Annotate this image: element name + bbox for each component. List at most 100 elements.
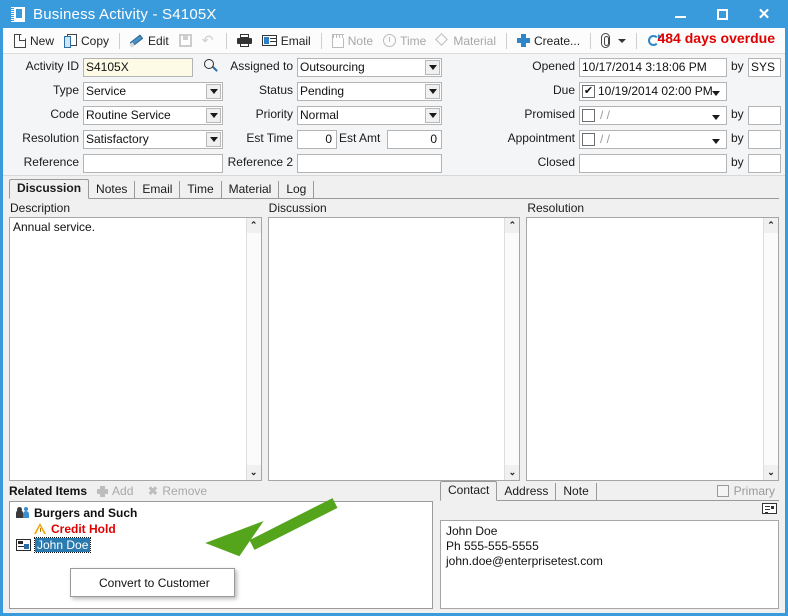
opened-by-input[interactable]: SYS: [748, 58, 781, 77]
description-textarea[interactable]: Annual service. ⌃ ⌄: [9, 217, 262, 481]
reference-label: Reference: [23, 155, 79, 169]
discussion-text: [269, 218, 505, 480]
resolution-panel: Resolution ⌃ ⌄: [526, 199, 780, 481]
resolution-textarea[interactable]: ⌃ ⌄: [526, 217, 780, 481]
tab-note[interactable]: Note: [556, 483, 597, 501]
chevron-down-icon[interactable]: [425, 108, 440, 123]
list-item[interactable]: John Doe: [14, 537, 428, 553]
promised-by-input[interactable]: [748, 106, 781, 125]
est-time-label: Est Time: [246, 131, 293, 145]
activity-id-input[interactable]: S4105X: [83, 58, 193, 77]
undo-button: ↶: [197, 30, 221, 52]
toolbar-separator: [506, 32, 508, 49]
appointment-checkbox[interactable]: [582, 133, 595, 146]
scroll-track[interactable]: [505, 233, 520, 465]
status-value: Pending: [300, 84, 345, 98]
scroll-down-icon[interactable]: ⌄: [764, 465, 779, 480]
related-item-label: Burgers and Such: [34, 506, 138, 520]
status-combo[interactable]: Pending: [297, 82, 442, 101]
scroll-track[interactable]: [246, 233, 261, 465]
copy-button[interactable]: Copy: [59, 30, 114, 52]
contact-card-icon: [16, 539, 31, 551]
print-button[interactable]: [232, 30, 257, 52]
due-checkbox[interactable]: ✔: [582, 85, 595, 98]
chevron-down-icon[interactable]: [425, 84, 440, 99]
printer-icon: [236, 34, 252, 47]
scroll-down-icon[interactable]: ⌄: [246, 465, 261, 480]
context-menu-item-convert-to-customer[interactable]: Convert to Customer: [99, 576, 210, 590]
scroll-up-icon[interactable]: ⌃: [505, 218, 520, 233]
scroll-up-icon[interactable]: ⌃: [246, 218, 261, 233]
scroll-down-icon[interactable]: ⌄: [505, 465, 520, 480]
primary-checkbox-group[interactable]: Primary: [716, 484, 775, 498]
description-label: Description: [10, 201, 71, 215]
promised-input[interactable]: / /: [579, 106, 727, 125]
reference-input[interactable]: [83, 154, 223, 173]
chevron-down-icon[interactable]: [618, 38, 627, 43]
save-button: [174, 30, 197, 52]
chevron-down-icon[interactable]: [708, 110, 723, 124]
tab-contact[interactable]: Contact: [440, 481, 498, 501]
type-combo[interactable]: Service: [83, 82, 223, 101]
scroll-track[interactable]: [764, 233, 779, 465]
new-button[interactable]: New: [9, 30, 59, 52]
create-button[interactable]: Create...: [512, 30, 585, 52]
chevron-down-icon[interactable]: [708, 86, 723, 100]
tab-email[interactable]: Email: [135, 181, 181, 199]
opened-label: Opened: [532, 59, 575, 73]
tab-material[interactable]: Material: [222, 181, 280, 199]
closed-by-input[interactable]: [748, 154, 781, 173]
contact-card-icon[interactable]: [762, 503, 777, 514]
appointment-label: Appointment: [507, 131, 575, 145]
resolution-combo[interactable]: Satisfactory: [83, 130, 223, 149]
resolution-scrollbar[interactable]: ⌃ ⌄: [763, 218, 779, 480]
copy-button-label: Copy: [81, 33, 110, 48]
close-icon: ✖: [147, 483, 158, 498]
code-combo[interactable]: Routine Service: [83, 106, 223, 125]
reference-2-input[interactable]: [297, 154, 442, 173]
minimize-button[interactable]: [659, 0, 701, 28]
contact-details-text[interactable]: John Doe Ph 555-555-5555 john.doe@enterp…: [440, 520, 779, 609]
resolution-label: Resolution: [22, 131, 79, 145]
est-amt-input[interactable]: 0: [387, 130, 442, 149]
est-time-input[interactable]: 0: [297, 130, 337, 149]
tab-discussion[interactable]: Discussion: [9, 179, 90, 199]
priority-combo[interactable]: Normal: [297, 106, 442, 125]
chevron-down-icon[interactable]: [425, 60, 440, 75]
primary-checkbox[interactable]: [716, 485, 729, 497]
scroll-up-icon[interactable]: ⌃: [764, 218, 779, 233]
discussion-scrollbar[interactable]: ⌃ ⌄: [504, 218, 520, 480]
resolution-label: Resolution: [527, 201, 585, 215]
closed-input[interactable]: [579, 154, 727, 173]
opened-input[interactable]: 10/17/2014 3:18:06 PM: [579, 58, 727, 77]
promised-checkbox[interactable]: [582, 109, 595, 122]
remove-label: Remove: [162, 484, 208, 498]
discussion-textarea[interactable]: ⌃ ⌄: [267, 217, 521, 481]
new-page-icon: [14, 33, 26, 48]
due-input[interactable]: ✔ 10/19/2014 02:00 PM: [579, 82, 727, 101]
list-item[interactable]: Credit Hold: [14, 521, 428, 537]
attachment-button[interactable]: [596, 30, 631, 52]
maximize-button[interactable]: [701, 0, 743, 28]
appointment-input[interactable]: / /: [579, 130, 727, 149]
detail-tabs: Discussion Notes Email Time Material Log: [9, 179, 779, 199]
related-items-tree[interactable]: Burgers and Such Credit Hold John Doe Co…: [9, 501, 433, 609]
list-item[interactable]: Burgers and Such: [14, 505, 428, 521]
tab-notes[interactable]: Notes: [89, 181, 136, 199]
email-button[interactable]: Email: [257, 30, 316, 52]
tab-log[interactable]: Log: [279, 181, 315, 199]
tab-address[interactable]: Address: [497, 483, 557, 501]
description-scrollbar[interactable]: ⌃ ⌄: [245, 218, 261, 480]
assigned-to-combo[interactable]: Outsourcing: [297, 58, 442, 77]
edit-button[interactable]: Edit: [125, 30, 174, 52]
text-panels: Description Annual service. ⌃ ⌄ Discussi…: [3, 199, 785, 481]
contact-toolbar: [440, 503, 779, 520]
chevron-down-icon[interactable]: [708, 134, 723, 148]
warning-icon: [34, 523, 47, 535]
close-button[interactable]: ✕: [743, 0, 785, 28]
activity-form: Activity ID S4105X Type Service Code Rou…: [3, 54, 785, 176]
paperclip-icon: [601, 33, 611, 48]
tab-time[interactable]: Time: [180, 181, 222, 199]
selected-contact-label[interactable]: John Doe: [33, 537, 92, 553]
appointment-by-input[interactable]: [748, 130, 781, 149]
